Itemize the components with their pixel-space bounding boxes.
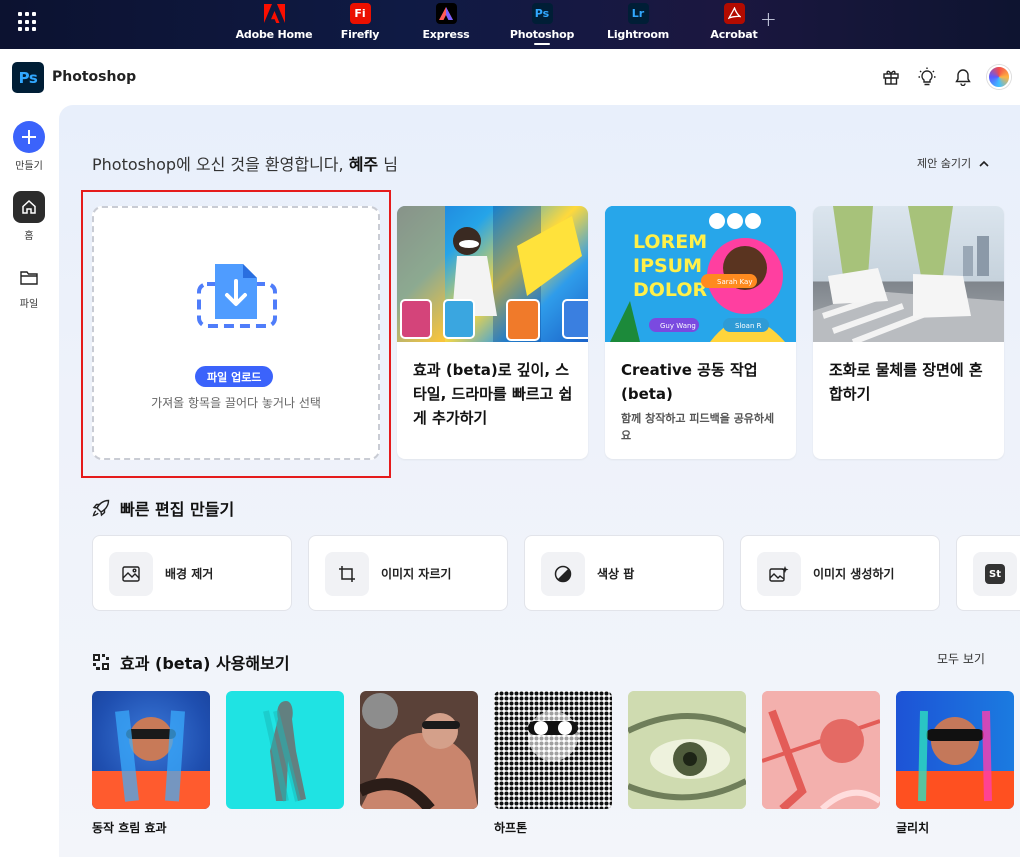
effect-thumbnail[interactable] — [360, 691, 478, 809]
upload-file-icon — [197, 264, 277, 328]
promo-card-effects[interactable]: 효과 (beta)로 깊이, 스타일, 드라마를 빠르고 쉽게 추가하기 — [397, 206, 588, 459]
app-title: Photoshop — [52, 69, 137, 85]
qr-effects-icon — [93, 654, 109, 670]
effects-heading: 효과 (beta) 사용해보기 — [92, 650, 290, 674]
promo-card-harmonize[interactable]: 조화로 물체를 장면에 혼합하기 — [813, 206, 1004, 459]
upload-file-button[interactable]: 파일 업로드 — [195, 366, 274, 387]
app-label: Lightroom — [607, 28, 669, 41]
effect-halftone[interactable] — [494, 691, 612, 809]
quick-action-label: 색상 팝 — [597, 567, 635, 581]
lightbulb-icon[interactable] — [916, 66, 938, 88]
app-lightroom[interactable]: Lr Lightroom — [590, 0, 686, 49]
effect-thumbnail[interactable] — [762, 691, 880, 809]
rail-home[interactable]: 홈 — [0, 191, 58, 242]
welcome-suffix: 님 — [378, 155, 398, 174]
app-header: Ps Photoshop — [0, 49, 1020, 105]
lightroom-icon: Lr — [627, 3, 649, 24]
app-grid-icon[interactable] — [18, 12, 38, 32]
effect-thumbnail[interactable] — [226, 691, 344, 809]
quick-action-label: 이미지 자르기 — [381, 567, 452, 581]
promo-card-collaboration[interactable]: LOREM IPSUM DOLOR Sarah Kay Guy Wang Slo… — [605, 206, 796, 459]
quick-edits-title: 빠른 편집 만들기 — [120, 500, 235, 519]
welcome-message: Photoshop에 오신 것을 환영합니다, 혜주 님 — [92, 151, 398, 175]
quick-action-crop-image[interactable]: 이미지 자르기 — [308, 535, 508, 611]
rail-create-label: 만들기 — [15, 161, 43, 172]
add-app-icon[interactable]: + — [760, 9, 777, 29]
promo-art-text-2: IPSUM — [633, 255, 702, 277]
crop-icon — [325, 552, 369, 596]
see-all-link[interactable]: 모두 보기 — [937, 650, 985, 667]
quick-action-label: 이미지 생성하기 — [813, 567, 895, 581]
app-photoshop[interactable]: Ps Photoshop — [494, 0, 590, 49]
notification-bell-icon[interactable] — [952, 66, 974, 88]
promo-image — [813, 206, 1004, 345]
promo-art-text-1: LOREM — [633, 231, 707, 253]
left-rail: 만들기 홈 파일 — [0, 105, 58, 857]
effect-label: 글리치 — [896, 821, 930, 835]
quick-action-generate-image[interactable]: 이미지 생성하기 — [740, 535, 940, 611]
photoshop-icon: Ps — [531, 3, 553, 24]
stock-icon-text: St — [985, 564, 1005, 584]
promo-title: Creative 공동 작업 (beta) — [621, 361, 758, 403]
upload-hint: 가져올 항목을 끌어다 놓거나 선택 — [151, 396, 321, 410]
promo-art-text-3: DOLOR — [633, 279, 708, 301]
image-icon — [109, 552, 153, 596]
rail-home-label: 홈 — [24, 231, 34, 242]
quick-action-label: 배경 제거 — [165, 567, 214, 581]
effect-motion-blur[interactable] — [92, 691, 210, 809]
app-label: Adobe Home — [235, 28, 313, 41]
hide-suggestions-label: 제안 숨기기 — [917, 157, 972, 170]
chevron-up-icon — [979, 160, 989, 167]
quick-action-remove-background[interactable]: 배경 제거 — [92, 535, 292, 611]
gift-icon[interactable] — [880, 66, 902, 88]
effect-thumbnail[interactable] — [628, 691, 746, 809]
promo-image — [397, 206, 588, 342]
hide-suggestions-button[interactable]: 제안 숨기기 — [917, 155, 989, 171]
effect-label: 하프톤 — [494, 821, 528, 835]
firefly-icon: Fi — [349, 3, 371, 24]
promo-art-tag-3: Sloan R — [735, 322, 762, 330]
quick-action-color-pop[interactable]: 색상 팝 — [524, 535, 724, 611]
express-icon — [435, 3, 457, 24]
app-switcher-bar: Adobe Home Fi Firefly Express Ps Photosh… — [0, 0, 1020, 49]
promo-subtitle: 함께 창작하고 피드백을 공유하세요 — [621, 412, 775, 442]
stock-icon: St — [973, 552, 1017, 596]
app-express[interactable]: Express — [398, 0, 494, 49]
app-firefly[interactable]: Fi Firefly — [322, 0, 398, 49]
acrobat-icon — [723, 3, 745, 24]
generate-image-icon — [757, 552, 801, 596]
folder-icon[interactable] — [13, 261, 45, 293]
app-label: Express — [422, 28, 470, 41]
quick-action-partial[interactable]: St — [956, 535, 1020, 611]
effects-title: 효과 (beta) 사용해보기 — [120, 654, 290, 673]
promo-image: LOREM IPSUM DOLOR Sarah Kay Guy Wang Slo… — [605, 206, 796, 342]
app-label: Photoshop — [509, 28, 575, 41]
app-label: Acrobat — [710, 28, 758, 41]
quick-edits-heading: 빠른 편집 만들기 — [92, 496, 234, 520]
rail-create[interactable]: 만들기 — [0, 121, 58, 172]
effect-glitch[interactable] — [896, 691, 1014, 809]
rail-files[interactable]: 파일 — [0, 261, 58, 310]
color-pop-icon — [541, 552, 585, 596]
upload-dropzone[interactable]: 파일 업로드 가져올 항목을 끌어다 놓거나 선택 — [92, 206, 380, 460]
home-icon[interactable] — [13, 191, 45, 223]
user-name: 혜주 — [348, 155, 379, 174]
adobe-logo-icon — [263, 3, 285, 24]
user-avatar[interactable] — [987, 65, 1011, 89]
effect-label: 동작 흐림 효과 — [92, 821, 167, 835]
rail-files-label: 파일 — [19, 299, 39, 310]
promo-title: 조화로 물체를 장면에 혼합하기 — [829, 361, 983, 403]
promo-art-tag-1: Sarah Kay — [717, 278, 752, 286]
promo-title: 효과 (beta)로 깊이, 스타일, 드라마를 빠르고 쉽게 추가하기 — [413, 361, 573, 427]
app-label: Firefly — [340, 28, 380, 41]
app-adobe-home[interactable]: Adobe Home — [226, 0, 322, 49]
plus-icon[interactable] — [13, 121, 45, 153]
rocket-icon — [92, 499, 110, 517]
promo-art-tag-2: Guy Wang — [660, 322, 696, 330]
app-list: Adobe Home Fi Firefly Express Ps Photosh… — [226, 0, 782, 49]
welcome-prefix: Photoshop에 오신 것을 환영합니다, — [92, 155, 349, 174]
photoshop-logo: Ps — [12, 62, 44, 93]
home-content: Photoshop에 오신 것을 환영합니다, 혜주 님 제안 숨기기 파일 업… — [59, 105, 1020, 857]
